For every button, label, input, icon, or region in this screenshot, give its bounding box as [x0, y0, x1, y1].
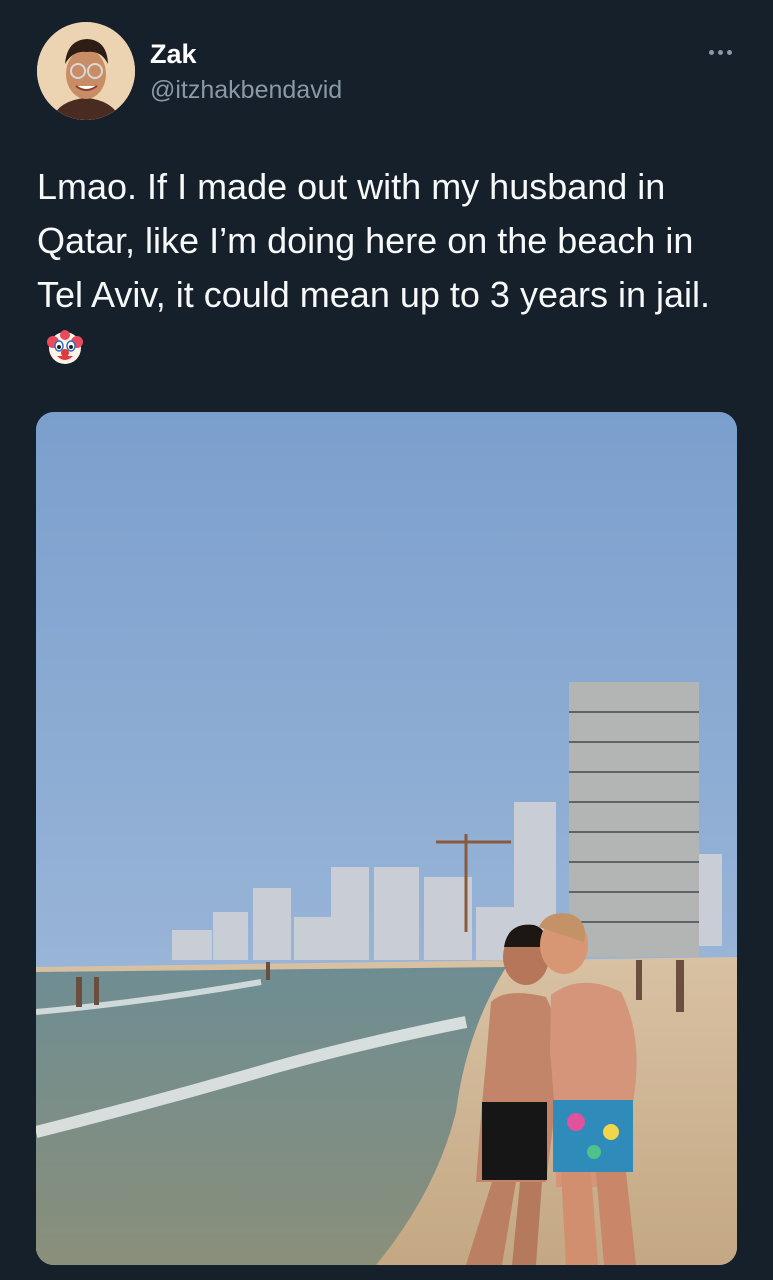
- beach-photo-image: [36, 412, 737, 1265]
- avatar-photo-icon: [37, 22, 135, 120]
- author-handle[interactable]: @itzhakbendavid: [150, 75, 342, 105]
- tweet-photo[interactable]: [36, 412, 737, 1265]
- more-horizontal-icon[interactable]: [700, 38, 740, 66]
- dot: [717, 49, 723, 55]
- dot: [726, 49, 732, 55]
- bottom-strip: [0, 1265, 773, 1280]
- avatar[interactable]: [37, 22, 135, 120]
- author-name[interactable]: Zak: [150, 38, 197, 70]
- clown-face-icon: [45, 327, 85, 367]
- tweet-text: Lmao. If I made out with my husband in Q…: [37, 160, 742, 376]
- tweet-text-content: Lmao. If I made out with my husband in Q…: [37, 166, 711, 315]
- tweet: Zak @itzhakbendavid Lmao. If I made out …: [0, 0, 773, 1280]
- dot: [708, 49, 714, 55]
